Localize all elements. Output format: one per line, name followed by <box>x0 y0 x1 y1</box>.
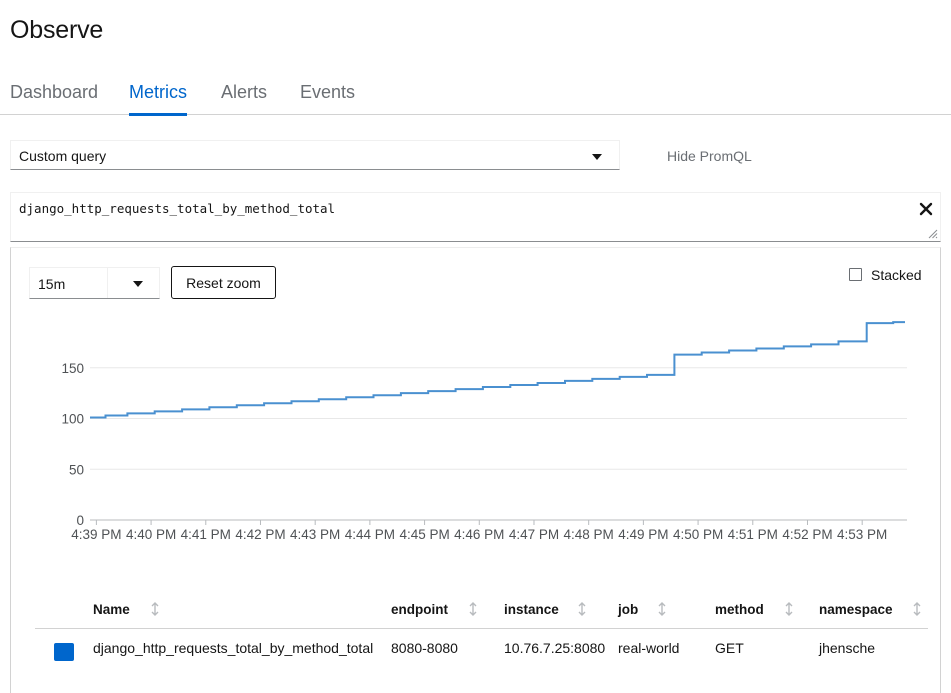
sort-icon[interactable] <box>577 602 587 616</box>
metrics-line-chart[interactable]: 0 50 100 150 4:39 PM 4:40 PM 4:41 PM 4:42 PM 4:4… <box>0 0 951 560</box>
cell-endpoint: 8080-8080 <box>391 640 458 656</box>
cell-instance: 10.76.7.25:8080 <box>504 640 606 656</box>
x-tick-label: 4:45 PM <box>399 527 449 542</box>
x-tick-label: 4:46 PM <box>454 527 504 542</box>
y-tick-label: 150 <box>61 361 84 376</box>
series-line <box>90 321 905 419</box>
sort-icon[interactable] <box>150 602 160 616</box>
x-tick-label: 4:39 PM <box>71 527 121 542</box>
x-tick-label: 4:47 PM <box>509 527 559 542</box>
column-header-endpoint[interactable]: endpoint <box>391 602 448 617</box>
column-header-name[interactable]: Name <box>93 602 130 617</box>
x-tick-label: 4:52 PM <box>782 527 832 542</box>
y-tick-label: 50 <box>69 462 84 477</box>
column-header-namespace[interactable]: namespace <box>819 602 893 617</box>
column-header-method[interactable]: method <box>715 602 764 617</box>
y-tick-label: 0 <box>76 513 84 528</box>
sort-icon[interactable] <box>657 602 667 616</box>
x-tick-label: 4:51 PM <box>728 527 778 542</box>
x-tick-label: 4:53 PM <box>837 527 887 542</box>
x-tick-label: 4:40 PM <box>126 527 176 542</box>
x-tick-label: 4:41 PM <box>181 527 231 542</box>
cell-job: real-world <box>618 640 680 656</box>
sort-icon[interactable] <box>784 602 794 616</box>
table-divider <box>35 628 928 629</box>
x-tick-label: 4:48 PM <box>564 527 614 542</box>
x-tick-label: 4:49 PM <box>618 527 668 542</box>
x-tick-label: 4:44 PM <box>345 527 395 542</box>
x-tick-label: 4:43 PM <box>290 527 340 542</box>
cell-name: django_http_requests_total_by_method_tot… <box>93 640 374 656</box>
sort-icon[interactable] <box>912 602 922 616</box>
sort-icon[interactable] <box>468 602 478 616</box>
x-tick-label: 4:42 PM <box>235 527 285 542</box>
x-tick-label: 4:50 PM <box>673 527 723 542</box>
cell-namespace: jhensche <box>819 640 876 656</box>
column-header-instance[interactable]: instance <box>504 602 559 617</box>
y-tick-label: 100 <box>61 412 84 427</box>
series-color-swatch[interactable] <box>54 643 74 661</box>
column-header-job[interactable]: job <box>618 602 638 617</box>
cell-method: GET <box>715 640 744 656</box>
